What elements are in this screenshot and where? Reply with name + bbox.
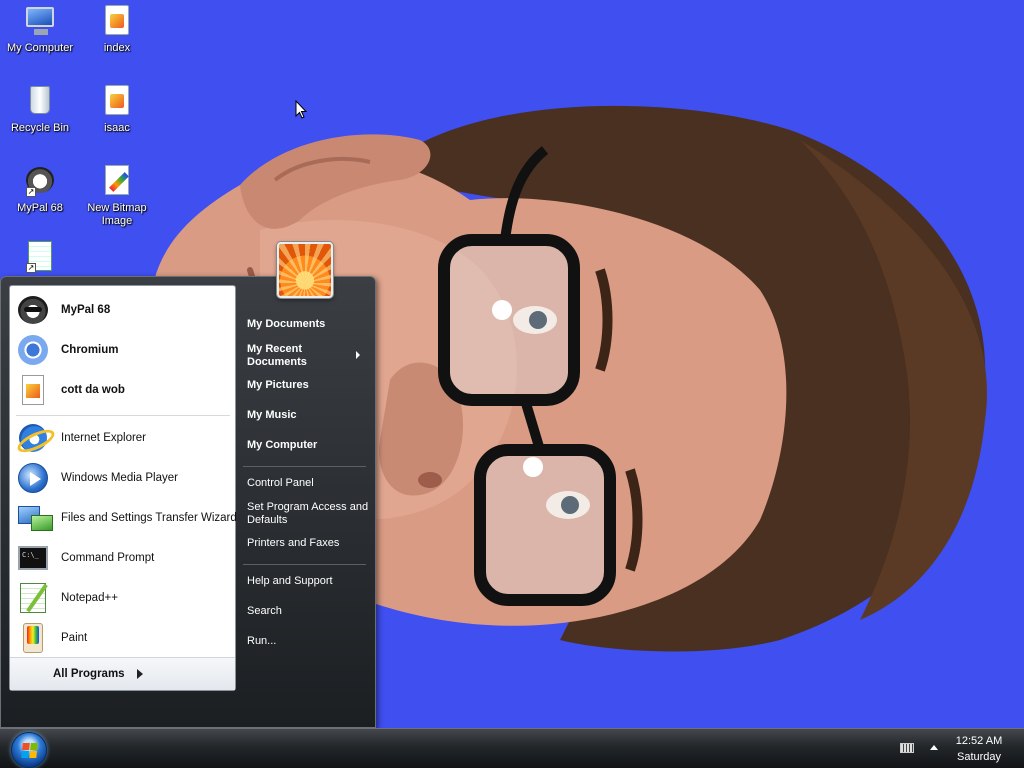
show-hidden-icons-arrow-icon[interactable] — [930, 745, 938, 750]
mouse-cursor-icon — [295, 100, 307, 119]
command-prompt-icon: C:\_ — [17, 542, 49, 574]
start-menu-programs-panel: MyPal 68 Chromium cott da wob Internet E… — [9, 285, 237, 691]
start-item-chromium[interactable]: Chromium — [10, 330, 235, 370]
clock-time: 12:52 AM — [955, 735, 1003, 747]
start-link-control-panel[interactable]: Control Panel — [247, 477, 369, 490]
start-link-my-documents[interactable]: My Documents — [247, 318, 369, 331]
start-item-label: MyPal 68 — [61, 304, 111, 316]
start-link-my-pictures[interactable]: My Pictures — [247, 379, 369, 392]
desktop-icon-new-bitmap-image[interactable]: New Bitmap Image — [81, 164, 153, 228]
desktop-icon-index[interactable]: index — [81, 4, 153, 55]
windows-logo-icon — [21, 743, 39, 759]
chevron-right-icon — [136, 669, 143, 679]
user-picture-avatar[interactable] — [277, 242, 333, 298]
start-item-label: Notepad++ — [61, 592, 118, 604]
notepad-plus-plus-icon: ↗ — [23, 240, 57, 274]
start-item-label: Paint — [61, 632, 88, 644]
transfer-wizard-icon — [17, 502, 53, 534]
desktop-icon-recycle-bin[interactable]: Recycle Bin — [4, 84, 76, 135]
start-link-printers-and-faxes[interactable]: Printers and Faxes — [247, 537, 369, 550]
clock-day: Saturday — [956, 751, 1002, 763]
desktop-icon-label: My Computer — [6, 42, 74, 54]
start-link-help-and-support[interactable]: Help and Support — [247, 575, 369, 588]
start-item-label: Internet Explorer — [61, 432, 147, 444]
start-menu-separator — [16, 415, 230, 416]
start-menu-separator — [243, 466, 366, 467]
desktop-icon-mypal[interactable]: ↗ MyPal 68 — [4, 164, 76, 215]
start-item-internet-explorer[interactable]: Internet Explorer — [10, 418, 235, 458]
internet-explorer-icon — [17, 422, 49, 454]
start-item-transfer-wizard[interactable]: Files and Settings Transfer Wizard — [10, 498, 237, 538]
start-item-paint[interactable]: Paint — [10, 618, 235, 658]
start-link-run[interactable]: Run... — [247, 635, 369, 648]
start-item-cott-da-wob[interactable]: cott da wob — [10, 370, 235, 410]
start-link-search[interactable]: Search — [247, 605, 369, 618]
all-programs-label: All Programs — [53, 668, 125, 680]
desktop-icon-notepad-plus-plus[interactable]: ↗ — [4, 240, 76, 278]
chromium-icon — [17, 334, 49, 366]
keyboard-icon[interactable] — [900, 743, 914, 753]
desktop-icon-label: MyPal 68 — [17, 202, 63, 214]
start-menu-separator — [243, 564, 366, 565]
start-link-my-recent-documents[interactable]: My Recent Documents — [247, 343, 347, 369]
start-item-command-prompt[interactable]: C:\_ Command Prompt — [10, 538, 235, 578]
start-item-label: Windows Media Player — [61, 472, 178, 484]
chevron-right-icon — [356, 351, 360, 359]
recycle-bin-icon — [23, 84, 57, 118]
desktop-icon-label: isaac — [104, 122, 130, 134]
paint-icon — [17, 622, 49, 654]
desktop-icon-isaac[interactable]: isaac — [81, 84, 153, 135]
notepad-plus-plus-icon — [17, 582, 49, 614]
desktop-icon-label: Recycle Bin — [10, 122, 70, 134]
my-computer-icon — [23, 4, 57, 38]
image-file-icon — [100, 84, 134, 118]
windows-media-player-icon — [17, 462, 49, 494]
start-item-notepad-plus-plus[interactable]: Notepad++ — [10, 578, 235, 618]
clock[interactable]: 12:52 AM Saturday — [944, 733, 1014, 765]
start-link-set-program-access[interactable]: Set Program Access and Defaults — [247, 501, 369, 527]
system-tray: 12:52 AM Saturday — [884, 729, 1024, 768]
start-link-my-computer[interactable]: My Computer — [247, 439, 369, 452]
mypal-icon: ↗ — [23, 164, 57, 198]
bitmap-file-icon — [100, 164, 134, 198]
desktop-icon-label: New Bitmap Image — [87, 202, 147, 227]
taskbar: 12:52 AM Saturday — [0, 728, 1024, 768]
image-file-icon — [100, 4, 134, 38]
start-button[interactable] — [11, 732, 47, 768]
image-file-icon — [17, 374, 49, 406]
start-item-label: cott da wob — [61, 384, 125, 396]
start-item-windows-media-player[interactable]: Windows Media Player — [10, 458, 235, 498]
start-item-label: Files and Settings Transfer Wizard — [61, 512, 237, 524]
start-item-label: Chromium — [61, 344, 119, 356]
start-item-mypal[interactable]: MyPal 68 — [10, 290, 235, 330]
start-item-label: Command Prompt — [61, 552, 155, 564]
all-programs-button[interactable]: All Programs — [10, 657, 235, 690]
start-link-my-music[interactable]: My Music — [247, 409, 369, 422]
desktop-icon-my-computer[interactable]: My Computer — [4, 4, 76, 55]
desktop-icon-label: index — [103, 42, 131, 54]
mypal-icon — [17, 294, 49, 326]
